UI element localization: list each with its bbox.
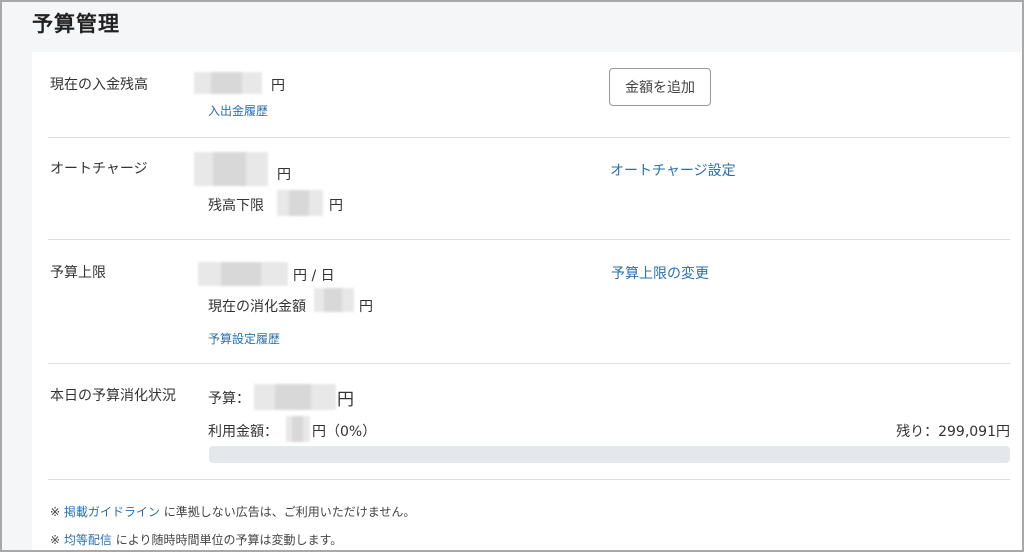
- note-even-delivery: ※ 均等配信 により随時時間単位の予算は変動します。: [50, 531, 342, 548]
- current-spend-unit: 円: [359, 299, 373, 315]
- note-text: により随時時間単位の予算は変動します。: [111, 533, 343, 547]
- budget-limit-section: 予算上限 円 / 日 現在の消化金額 円 予算設定履歴 予算上限の変更: [48, 240, 1010, 364]
- today-budget-label: 予算：: [208, 391, 250, 407]
- min-balance-label: 残高下限: [208, 198, 264, 214]
- current-spend-label: 現在の消化金額: [208, 299, 306, 315]
- budget-history-link[interactable]: 予算設定履歴: [208, 330, 280, 347]
- autocharge-settings-link[interactable]: オートチャージ設定: [610, 160, 736, 180]
- note-prefix: ※: [50, 505, 64, 519]
- deposit-history-link[interactable]: 入出金履歴: [208, 102, 268, 119]
- autocharge-label: オートチャージ: [50, 161, 148, 177]
- balance-label: 現在の入金残高: [50, 77, 148, 93]
- add-amount-button[interactable]: 金額を追加: [609, 68, 711, 106]
- used-amount-redacted: [286, 416, 310, 442]
- min-balance-redacted: [277, 190, 323, 216]
- note-guideline: ※ 掲載ガイドライン に準拠しない広告は、ご利用いただけません。: [50, 503, 415, 520]
- today-section: 本日の予算消化状況 予算： 円 利用金額： 円（0%） 残り：299,091円: [48, 364, 1010, 480]
- note-prefix: ※: [50, 533, 64, 547]
- today-label: 本日の予算消化状況: [50, 388, 176, 404]
- used-amount-suffix: 円（0%）: [312, 424, 377, 440]
- app-frame: 予算管理 現在の入金残高 円 入出金履歴 金額を追加 オートチャージ 円 残高下…: [0, 0, 1024, 552]
- today-budget-redacted: [254, 384, 336, 410]
- current-spend-redacted: [314, 288, 354, 312]
- page-title: 予算管理: [32, 12, 120, 36]
- today-budget-unit: 円: [337, 390, 354, 410]
- balance-unit: 円: [271, 78, 285, 94]
- change-budget-limit-link[interactable]: 予算上限の変更: [611, 263, 709, 283]
- even-delivery-link[interactable]: 均等配信: [64, 533, 112, 547]
- budget-limit-label: 予算上限: [50, 265, 106, 281]
- budget-card: 現在の入金残高 円 入出金履歴 金額を追加 オートチャージ 円 残高下限 円 オ…: [32, 52, 1022, 550]
- balance-section: 現在の入金残高 円 入出金履歴 金額を追加: [48, 52, 1010, 138]
- balance-amount-redacted: [194, 72, 262, 94]
- remaining-amount: 残り：299,091円: [896, 424, 1010, 440]
- note-text: に準拠しない広告は、ご利用いただけません。: [159, 505, 416, 519]
- budget-limit-redacted: [198, 262, 288, 286]
- budget-limit-unit: 円 / 日: [293, 268, 335, 284]
- autocharge-amount-redacted: [194, 152, 268, 186]
- autocharge-section: オートチャージ 円 残高下限 円 オートチャージ設定: [48, 138, 1010, 240]
- autocharge-unit: 円: [277, 167, 291, 183]
- guideline-link[interactable]: 掲載ガイドライン: [64, 505, 160, 519]
- budget-progress-bar: [209, 446, 1010, 463]
- min-balance-unit: 円: [329, 198, 343, 214]
- used-amount-label: 利用金額：: [208, 424, 278, 440]
